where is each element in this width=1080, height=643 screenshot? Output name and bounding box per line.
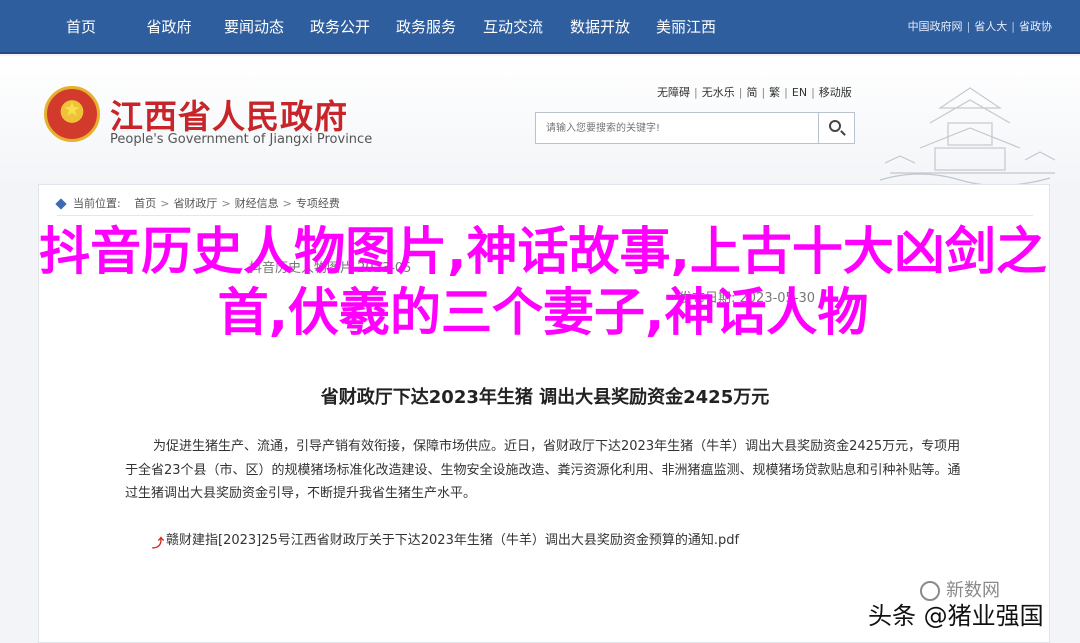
attachment-link[interactable]: ⤴ 赣财建指[2023]25号江西省财政厅关于下达2023年生猪（牛羊）调出大县奖… — [152, 529, 740, 550]
breadcrumb: 当前位置: 首页 > 省财政厅 > 财经信息 > 专项经费 — [55, 195, 340, 211]
nav-item-news[interactable]: 要闻动态 — [214, 0, 294, 54]
divider: > — [160, 197, 170, 210]
attachment-label: 赣财建指[2023]25号江西省财政厅关于下达2023年生猪（牛羊）调出大县奖励… — [166, 533, 740, 548]
divider: | — [811, 86, 815, 99]
top-nav: 首页 省政府 要闻动态 政务公开 政务服务 互动交流 数据开放 美丽江西 中国政… — [0, 0, 1080, 54]
search-icon — [829, 120, 841, 132]
search-box — [535, 112, 855, 144]
link-china-gov[interactable]: 中国政府网 — [908, 20, 963, 33]
divider — [57, 215, 1033, 216]
breadcrumb-special-funds[interactable]: 专项经费 — [296, 197, 340, 210]
site-subtitle: People's Government of Jiangxi Province — [110, 132, 373, 147]
nav-item-home[interactable]: 首页 — [50, 0, 112, 54]
breadcrumb-label: 当前位置: — [73, 197, 121, 210]
link-accessibility[interactable]: 无障碍 — [657, 86, 690, 99]
link-mobile[interactable]: 移动版 — [819, 86, 852, 99]
link-english[interactable]: EN — [792, 86, 807, 99]
link-traditional[interactable]: 繁 — [769, 86, 780, 99]
link-simplified[interactable]: 简 — [746, 86, 757, 99]
watermark-source: 头条 @猪业强国 — [868, 602, 1044, 630]
nav-item-beautiful-jiangxi[interactable]: 美丽江西 — [646, 0, 726, 54]
divider: > — [282, 197, 292, 210]
utility-links: 无障碍 | 无水乐 | 简 | 繁 | EN | 移动版 — [657, 84, 852, 100]
search-button[interactable] — [818, 113, 854, 143]
divider: | — [784, 86, 788, 99]
breadcrumb-finance-info[interactable]: 财经信息 — [235, 197, 279, 210]
pdf-icon: ⤴ — [152, 536, 165, 550]
divider: > — [221, 197, 231, 210]
divider: | — [694, 86, 698, 99]
nav-item-province-gov[interactable]: 省政府 — [136, 0, 202, 54]
article-body: 为促进生猪生产、流通，引导产销有效衔接，保障市场供应。近日，省财政厅下达2023… — [125, 439, 961, 501]
nav-item-interaction[interactable]: 互动交流 — [473, 0, 553, 54]
article-title: 省财政厅下达2023年生猪 调出大县奖励资金2425万元 — [320, 387, 770, 408]
site-header: 江西省人民政府 People's Government of Jiangxi P… — [0, 56, 1080, 184]
gov-links: 中国政府网 | 省人大 | 省政协 — [908, 18, 1052, 34]
link-elderly-mode[interactable]: 无水乐 — [702, 86, 735, 99]
nav-item-public-affairs[interactable]: 政务公开 — [300, 0, 380, 54]
divider: | — [966, 20, 971, 33]
breadcrumb-finance-dept[interactable]: 省财政厅 — [173, 197, 217, 210]
divider: | — [738, 86, 743, 99]
divider: | — [761, 86, 766, 99]
overlay-headline: 抖音历史人物图片,神话故事,上古十大凶剑之首,伏羲的三个妻子,神话人物 — [39, 223, 1047, 343]
national-emblem-icon — [44, 86, 100, 142]
pavilion-illustration — [880, 87, 1056, 184]
nav-item-services[interactable]: 政务服务 — [386, 0, 466, 54]
location-icon — [55, 198, 67, 210]
link-cppcc[interactable]: 省政协 — [1019, 20, 1052, 33]
search-input[interactable] — [536, 113, 818, 143]
site-title[interactable]: 江西省人民政府 — [110, 90, 348, 138]
breadcrumb-home[interactable]: 首页 — [134, 197, 156, 210]
link-provincial-congress[interactable]: 省人大 — [974, 20, 1007, 33]
nav-item-open-data[interactable]: 数据开放 — [560, 0, 640, 54]
divider: | — [1011, 20, 1015, 33]
